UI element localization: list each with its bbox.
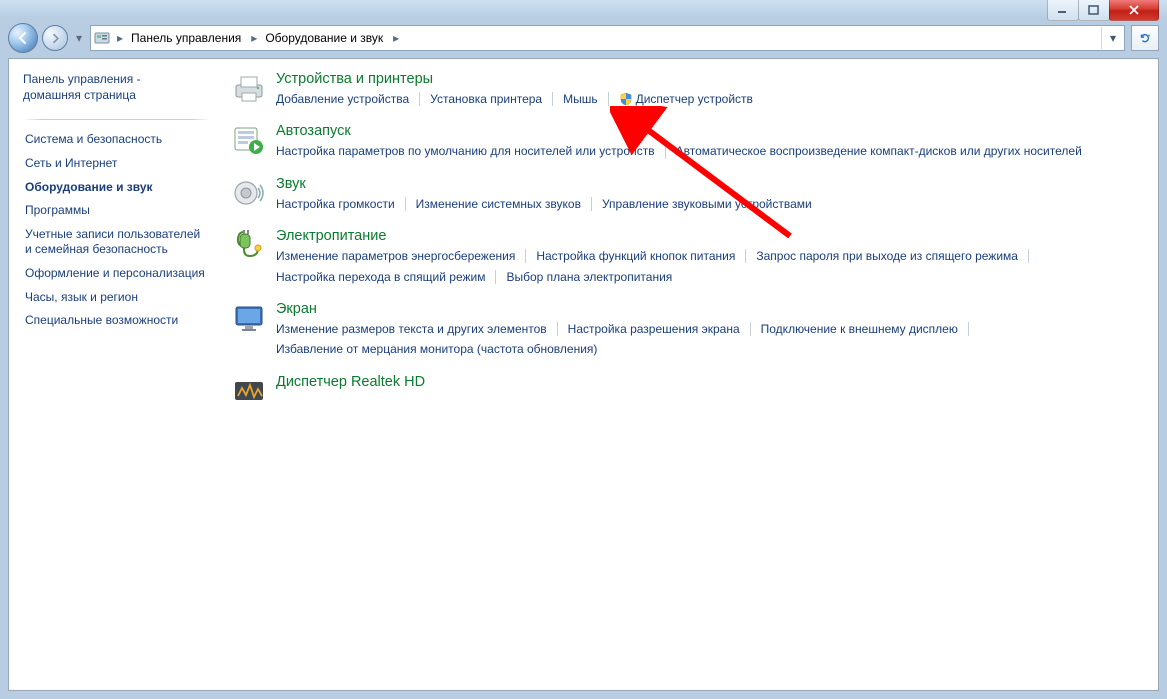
divider	[495, 270, 496, 284]
task-link[interactable]: Изменение размеров текста и других элеме…	[276, 319, 547, 339]
chevron-right-icon[interactable]: ▸	[113, 31, 127, 45]
category-title[interactable]: Звук	[276, 176, 1140, 192]
navbar: ▾ ▸ Панель управления ▸ Оборудование и з…	[8, 22, 1159, 54]
sidebar-item[interactable]: Оформление и персонализация	[23, 262, 210, 286]
minimize-button[interactable]	[1047, 0, 1079, 21]
divider	[557, 322, 558, 336]
refresh-button[interactable]	[1131, 25, 1159, 51]
sidebar-home-link[interactable]: Панель управления - домашняя страница	[23, 67, 210, 113]
power-icon	[232, 228, 266, 262]
sidebar: Панель управления - домашняя страница Си…	[9, 59, 214, 690]
sidebar-item[interactable]: Программы	[23, 199, 210, 223]
category: Устройства и принтеры Добавление устройст…	[232, 71, 1140, 109]
content-frame: Панель управления - домашняя страница Си…	[8, 58, 1159, 691]
sidebar-item[interactable]: Учетные записи пользователей и семейная …	[23, 223, 210, 262]
divider	[1028, 249, 1029, 263]
printer-icon	[232, 71, 266, 105]
breadcrumb-seg-hardware-sound[interactable]: Оборудование и звук	[261, 27, 389, 49]
category-title[interactable]: Экран	[276, 301, 1140, 317]
category: Электропитание Изменение параметров энерг…	[232, 228, 1140, 287]
category-title[interactable]: Диспетчер Realtek HD	[276, 374, 1140, 390]
sidebar-item[interactable]: Часы, язык и регион	[23, 286, 210, 310]
task-link[interactable]: Настройка перехода в спящий режим	[276, 267, 485, 287]
divider	[419, 92, 420, 106]
divider	[552, 92, 553, 106]
titlebar[interactable]	[0, 0, 1167, 18]
task-link[interactable]: Подключение к внешнему дисплею	[761, 319, 958, 339]
category-title[interactable]: Автозапуск	[276, 123, 1140, 139]
category: Экран Изменение размеров текста и других …	[232, 301, 1140, 360]
maximize-button[interactable]	[1078, 0, 1110, 21]
task-link[interactable]: Мышь	[563, 89, 598, 109]
category: Автозапуск Настройка параметров по умолча…	[232, 123, 1140, 161]
nav-back-button[interactable]	[8, 23, 38, 53]
close-button[interactable]	[1109, 0, 1159, 21]
task-link[interactable]: Настройка громкости	[276, 194, 395, 214]
chevron-right-icon[interactable]: ▸	[389, 31, 403, 45]
breadcrumb-seg-control-panel[interactable]: Панель управления	[127, 27, 247, 49]
sidebar-item[interactable]: Сеть и Интернет	[23, 152, 210, 176]
divider	[745, 249, 746, 263]
sound-icon	[232, 176, 266, 210]
divider	[608, 92, 609, 106]
realtek-icon	[232, 374, 266, 408]
display-icon	[232, 301, 266, 335]
address-dropdown-button[interactable]: ▾	[1101, 27, 1124, 49]
chevron-right-icon[interactable]: ▸	[247, 31, 261, 45]
task-link[interactable]: Установка принтера	[430, 89, 542, 109]
divider	[665, 145, 666, 159]
task-link[interactable]: Изменение параметров энергосбережения	[276, 246, 515, 266]
task-link[interactable]: Настройка разрешения экрана	[568, 319, 740, 339]
task-link[interactable]: Диспетчер устройств	[619, 89, 753, 109]
nav-forward-button[interactable]	[42, 25, 68, 51]
divider	[750, 322, 751, 336]
task-link[interactable]: Избавление от мерцания монитора (частота…	[276, 339, 597, 359]
sidebar-item[interactable]: Оборудование и звук	[23, 176, 210, 200]
category: Звук Настройка громкости Изменение системн…	[232, 176, 1140, 214]
task-link[interactable]: Добавление устройства	[276, 89, 409, 109]
control-panel-icon	[91, 30, 113, 46]
divider	[405, 197, 406, 211]
divider	[23, 119, 210, 120]
window-frame: ▾ ▸ Панель управления ▸ Оборудование и з…	[0, 0, 1167, 699]
nav-history-dropdown[interactable]: ▾	[72, 24, 86, 52]
task-link[interactable]: Управление звуковыми устройствами	[602, 194, 812, 214]
shield-icon	[619, 92, 633, 106]
divider	[525, 249, 526, 263]
task-link[interactable]: Настройка параметров по умолчанию для но…	[276, 141, 655, 161]
task-link[interactable]: Автоматическое воспроизведение компакт-д…	[676, 141, 1082, 161]
task-link[interactable]: Изменение системных звуков	[416, 194, 581, 214]
autoplay-icon	[232, 123, 266, 157]
task-link[interactable]: Выбор плана электропитания	[506, 267, 672, 287]
sidebar-item[interactable]: Система и безопасность	[23, 128, 210, 152]
category-title[interactable]: Устройства и принтеры	[276, 71, 1140, 87]
task-link[interactable]: Настройка функций кнопок питания	[536, 246, 735, 266]
divider	[968, 322, 969, 336]
category-title[interactable]: Электропитание	[276, 228, 1140, 244]
main-content: Устройства и принтеры Добавление устройст…	[214, 59, 1158, 690]
task-link[interactable]: Запрос пароля при выходе из спящего режи…	[756, 246, 1018, 266]
category: Диспетчер Realtek HD	[232, 374, 1140, 408]
divider	[591, 197, 592, 211]
sidebar-item[interactable]: Специальные возможности	[23, 309, 210, 333]
address-bar[interactable]: ▸ Панель управления ▸ Оборудование и зву…	[90, 25, 1125, 51]
